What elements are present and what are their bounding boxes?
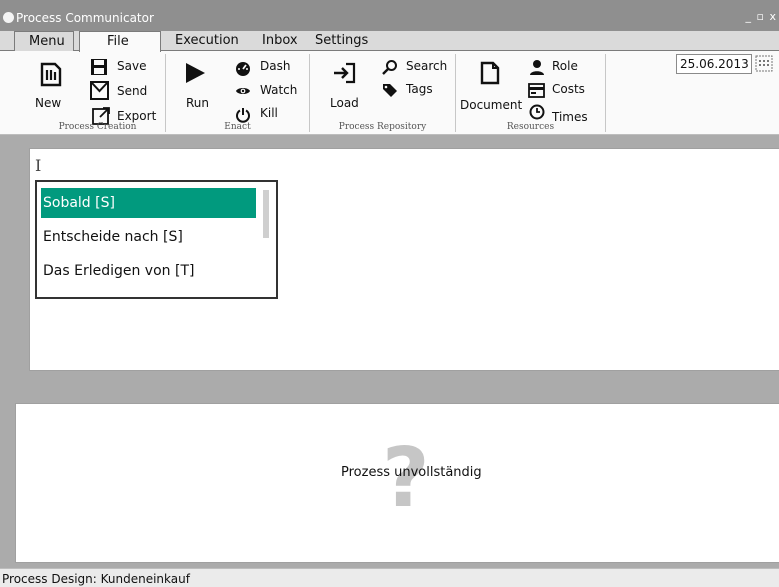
menu-tab-file[interactable]: File: [79, 31, 161, 52]
kill-label: Kill: [260, 106, 278, 120]
role-icon: [530, 59, 544, 78]
tags-label: Tags: [406, 82, 433, 96]
menu-tab-menu[interactable]: Menu: [14, 31, 74, 51]
new-label: New: [35, 96, 62, 110]
menu-tab-inbox[interactable]: Inbox: [262, 33, 298, 48]
send-button[interactable]: Send: [90, 81, 160, 101]
process-editor[interactable]: I Sobald [S] Entscheide nach [S] Das Erl…: [29, 148, 779, 371]
suggestion-item[interactable]: Sobald [S]: [41, 188, 256, 218]
kill-button[interactable]: Kill: [235, 105, 305, 123]
group-caption-resources: Resources: [506, 122, 555, 132]
load-button[interactable]: Load: [328, 60, 364, 114]
title-bar: Process Communicator _ ▫ x: [0, 0, 779, 31]
group-caption-process-repository: Process Repository: [338, 122, 427, 132]
calendar-icon[interactable]: [755, 54, 773, 72]
menu-tab-execution[interactable]: Execution: [175, 33, 239, 48]
role-button[interactable]: Role: [528, 58, 598, 76]
app-icon: [3, 12, 14, 23]
watch-button[interactable]: Watch: [235, 82, 305, 100]
group-caption-enact: Enact: [224, 122, 251, 132]
suggestion-item[interactable]: Das Erledigen von [T]: [41, 256, 256, 286]
window-controls[interactable]: _ ▫ x: [746, 10, 777, 23]
date-field[interactable]: 25.06.2013: [676, 54, 752, 74]
group-process-creation: New Save Send Export Process Creation: [30, 54, 166, 132]
document-button[interactable]: Document: [460, 60, 522, 114]
document-icon: [480, 61, 500, 88]
search-icon: [382, 59, 398, 78]
eye-icon: [235, 84, 251, 101]
search-button[interactable]: Search: [382, 58, 454, 76]
group-enact: Run Dash Watch Kill Enact: [166, 54, 310, 132]
send-label: Send: [117, 84, 148, 98]
dashboard-icon: [235, 60, 251, 79]
window-title: Process Communicator: [16, 11, 154, 25]
role-label: Role: [552, 59, 578, 73]
search-label: Search: [406, 59, 448, 73]
status-bar: Process Design: Kundeneinkauf: [0, 568, 779, 587]
group-resources: Document Role Costs Times Resources: [456, 54, 606, 132]
menu-bar: Menu File Execution Inbox Settings: [0, 31, 779, 52]
load-label: Load: [330, 96, 359, 110]
export-label: Export: [117, 109, 157, 123]
costs-icon: [528, 83, 545, 101]
tags-button[interactable]: Tags: [382, 81, 454, 99]
preview-status-text: Prozess unvollständig: [341, 465, 482, 480]
play-icon: [184, 62, 206, 87]
menu-tab-settings[interactable]: Settings: [315, 33, 368, 48]
save-icon: [90, 58, 108, 79]
clock-icon: [529, 104, 545, 123]
save-label: Save: [117, 59, 147, 73]
run-button[interactable]: Run: [180, 60, 216, 114]
send-icon: [90, 81, 109, 103]
save-button[interactable]: Save: [90, 58, 160, 76]
run-label: Run: [186, 96, 210, 110]
status-text: Process Design: Kundeneinkauf: [2, 572, 190, 586]
costs-button[interactable]: Costs: [528, 81, 598, 99]
ribbon: New Save Send Export Process Creation Ru…: [0, 51, 779, 135]
dash-label: Dash: [260, 59, 291, 73]
new-button[interactable]: New: [35, 58, 72, 112]
text-caret: I: [35, 156, 42, 175]
suggestion-item[interactable]: Entscheide nach [S]: [41, 222, 256, 252]
autocomplete-popup: Sobald [S] Entscheide nach [S] Das Erled…: [35, 180, 278, 299]
popup-scrollbar[interactable]: [263, 190, 269, 238]
watch-label: Watch: [260, 83, 298, 97]
new-document-icon: [38, 61, 64, 90]
group-process-repository: Load Search Tags Process Repository: [310, 54, 456, 132]
group-caption-process-creation: Process Creation: [58, 122, 137, 132]
dash-button[interactable]: Dash: [235, 58, 305, 76]
load-icon: [332, 62, 356, 87]
times-button[interactable]: Times: [528, 104, 598, 124]
costs-label: Costs: [552, 82, 585, 96]
process-preview-panel: ? Prozess unvollständig: [15, 403, 779, 563]
tags-icon: [382, 83, 399, 101]
document-label: Document: [460, 98, 523, 112]
